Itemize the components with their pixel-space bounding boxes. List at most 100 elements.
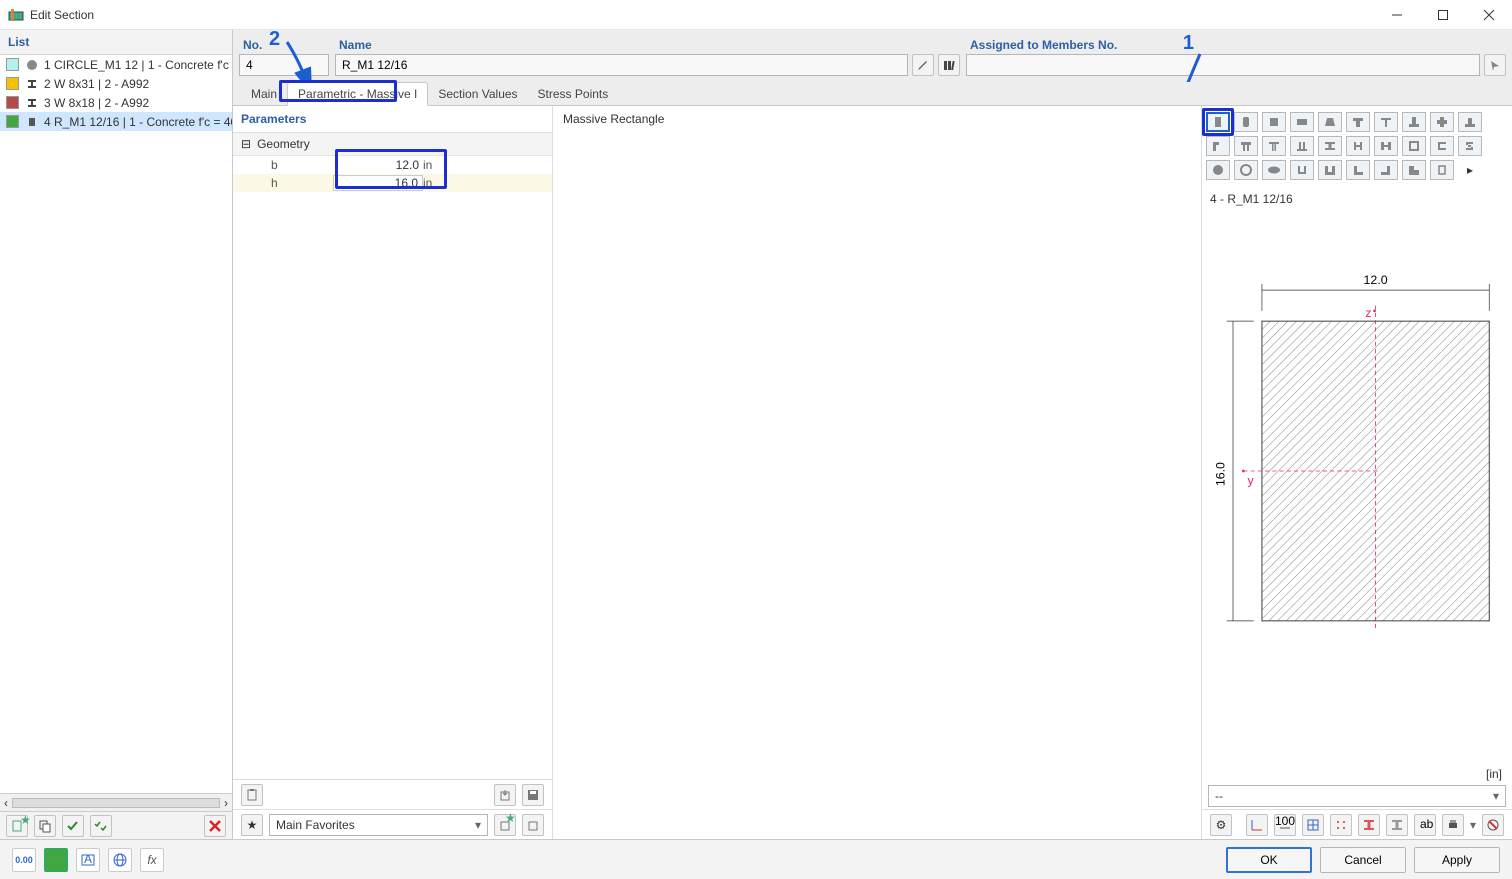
print-icon[interactable] [1442, 814, 1464, 836]
param-label: b [233, 158, 333, 172]
shape-mm-icon[interactable] [1290, 136, 1314, 156]
edit-name-icon[interactable] [912, 54, 934, 76]
shape-z-icon[interactable] [1458, 136, 1482, 156]
preview-panel: Massive Rectangle [553, 106, 1202, 839]
new-icon[interactable]: ★ [6, 815, 28, 837]
shape-tee-icon[interactable] [1346, 112, 1370, 132]
section-list[interactable]: 1 CIRCLE_M1 12 | 1 - Concrete f'c = 40 2… [0, 55, 232, 793]
beam-red-icon[interactable] [1358, 814, 1380, 836]
gear-icon[interactable]: ⚙ [1210, 814, 1232, 836]
shape-square-icon[interactable] [1262, 112, 1286, 132]
chevron-down-icon: ▾ [1493, 789, 1499, 803]
shape-ellipse-icon[interactable] [1262, 160, 1286, 180]
values-icon[interactable]: ab [1414, 814, 1436, 836]
shape-h-icon[interactable] [1346, 136, 1370, 156]
shape-pi-icon[interactable] [1234, 136, 1258, 156]
import-icon[interactable] [494, 784, 516, 806]
shape-tl-icon[interactable] [1206, 136, 1230, 156]
reset-view-icon[interactable] [1482, 814, 1504, 836]
shape-u-icon[interactable] [1290, 160, 1314, 180]
name-input[interactable] [335, 54, 908, 76]
shape-u2-icon[interactable] [1318, 160, 1342, 180]
more-shapes-icon[interactable]: ▸ [1458, 160, 1482, 180]
param-value[interactable]: 12.0 [333, 158, 423, 172]
fav-new-icon[interactable] [522, 814, 544, 836]
shape-hollow-icon[interactable] [1430, 160, 1454, 180]
list-scrollbar[interactable]: ‹ › [0, 793, 232, 811]
favorites-combo[interactable]: Main Favorites ▾ [269, 814, 488, 836]
shape-circle-icon[interactable] [1206, 160, 1230, 180]
assigned-input[interactable] [966, 54, 1480, 76]
list-item[interactable]: 4 R_M1 12/16 | 1 - Concrete f'c = 4000 [0, 112, 232, 131]
params-toolbar [233, 779, 552, 809]
shape-tee2-icon[interactable] [1374, 112, 1398, 132]
section-drawing[interactable]: 12.0 16.0 z y [1202, 208, 1512, 765]
svg-text:★: ★ [505, 811, 516, 825]
tab-section-values[interactable]: Section Values [428, 83, 527, 105]
fav-add-icon[interactable]: ★ [494, 814, 516, 836]
units-icon[interactable]: 0.00 [12, 848, 36, 872]
rect-icon [25, 115, 38, 128]
close-button[interactable] [1466, 0, 1512, 30]
pick-members-icon[interactable] [1484, 54, 1506, 76]
shape-trapezoid-icon[interactable] [1318, 112, 1342, 132]
tab-parametric[interactable]: Parametric - Massive I [287, 82, 428, 106]
globe-icon[interactable] [108, 848, 132, 872]
stress-icon[interactable] [1330, 814, 1352, 836]
shape-step-icon[interactable] [1402, 160, 1426, 180]
grid-icon[interactable] [1302, 814, 1324, 836]
tab-main[interactable]: Main [241, 83, 287, 105]
shape-pi2-icon[interactable] [1262, 136, 1286, 156]
circle-icon [25, 58, 38, 71]
shape-cross-icon[interactable] [1430, 112, 1454, 132]
beam-gray-icon[interactable] [1386, 814, 1408, 836]
info-icon[interactable]: A [76, 848, 100, 872]
tab-stress-points[interactable]: Stress Points [528, 83, 619, 105]
function-icon[interactable]: fx [140, 848, 164, 872]
scroll-left-icon[interactable]: ‹ [4, 796, 8, 810]
maximize-button[interactable] [1420, 0, 1466, 30]
param-value[interactable]: 16.0 [333, 175, 423, 191]
shape-l-icon[interactable] [1346, 160, 1370, 180]
list-item[interactable]: 1 CIRCLE_M1 12 | 1 - Concrete f'c = 40 [0, 55, 232, 74]
no-input[interactable] [239, 54, 329, 76]
shape-ring-icon[interactable] [1234, 160, 1258, 180]
color-icon[interactable] [44, 848, 68, 872]
list-item[interactable]: 2 W 8x31 | 2 - A992 [0, 74, 232, 93]
check-green-icon[interactable] [62, 815, 84, 837]
dimension-icon[interactable]: 100 [1274, 814, 1296, 836]
cancel-button[interactable]: Cancel [1320, 847, 1406, 873]
display-mode-combo[interactable]: -- ▾ [1208, 785, 1506, 807]
shape-rect-icon[interactable] [1206, 112, 1230, 132]
star-icon[interactable]: ★ [241, 814, 263, 836]
shape-block-icon[interactable] [1290, 112, 1314, 132]
scroll-right-icon[interactable]: › [224, 796, 228, 810]
shape-roundrect-icon[interactable] [1234, 112, 1258, 132]
delete-icon[interactable] [204, 815, 226, 837]
library-icon[interactable] [938, 54, 960, 76]
copy-icon[interactable] [34, 815, 56, 837]
check-multi-icon[interactable] [90, 815, 112, 837]
shape-box-icon[interactable] [1402, 136, 1426, 156]
list-item[interactable]: 3 W 8x18 | 2 - A992 [0, 93, 232, 112]
clipboard-icon[interactable] [241, 784, 263, 806]
ibeam-icon [25, 77, 38, 90]
assigned-label: Assigned to Members No. [966, 36, 1506, 54]
axes-icon[interactable] [1246, 814, 1268, 836]
shape-itee-icon[interactable] [1402, 112, 1426, 132]
shape-hat-icon[interactable] [1458, 112, 1482, 132]
chevron-down-icon[interactable]: ▾ [1470, 818, 1476, 832]
collapse-icon[interactable]: ⊟ [241, 137, 251, 151]
shape-l2-icon[interactable] [1374, 160, 1398, 180]
param-row-h[interactable]: h 16.0 in [233, 174, 552, 192]
save-icon[interactable] [522, 784, 544, 806]
geometry-group[interactable]: ⊟ Geometry [233, 133, 552, 156]
shape-c-icon[interactable] [1430, 136, 1454, 156]
apply-button[interactable]: Apply [1414, 847, 1500, 873]
param-row-b[interactable]: b 12.0 in [233, 156, 552, 174]
shape-ibeam-icon[interactable] [1318, 136, 1342, 156]
minimize-button[interactable] [1374, 0, 1420, 30]
combo-value: -- [1215, 789, 1223, 803]
ok-button[interactable]: OK [1226, 847, 1312, 873]
shape-x-icon[interactable] [1374, 136, 1398, 156]
